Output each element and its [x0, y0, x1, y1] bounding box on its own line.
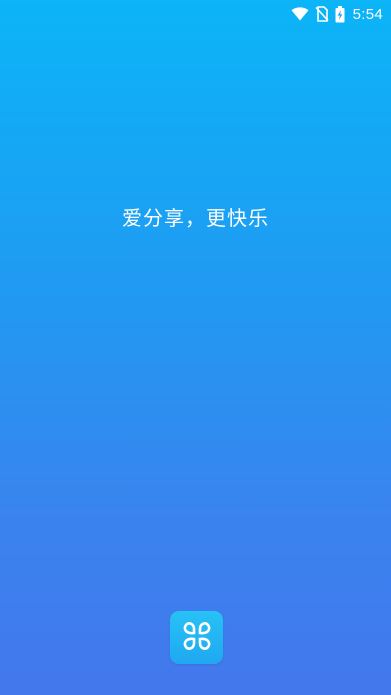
splash-screen: 5:54 爱分享，更快乐	[0, 0, 391, 695]
splash-slogan: 爱分享，更快乐	[122, 206, 269, 230]
wifi-icon	[291, 7, 309, 21]
app-logo	[170, 611, 223, 664]
app-logo-icon	[180, 619, 214, 657]
battery-charging-icon	[335, 5, 345, 23]
no-sim-icon	[315, 6, 329, 22]
status-time: 5:54	[352, 5, 383, 23]
status-bar: 5:54	[0, 0, 391, 28]
